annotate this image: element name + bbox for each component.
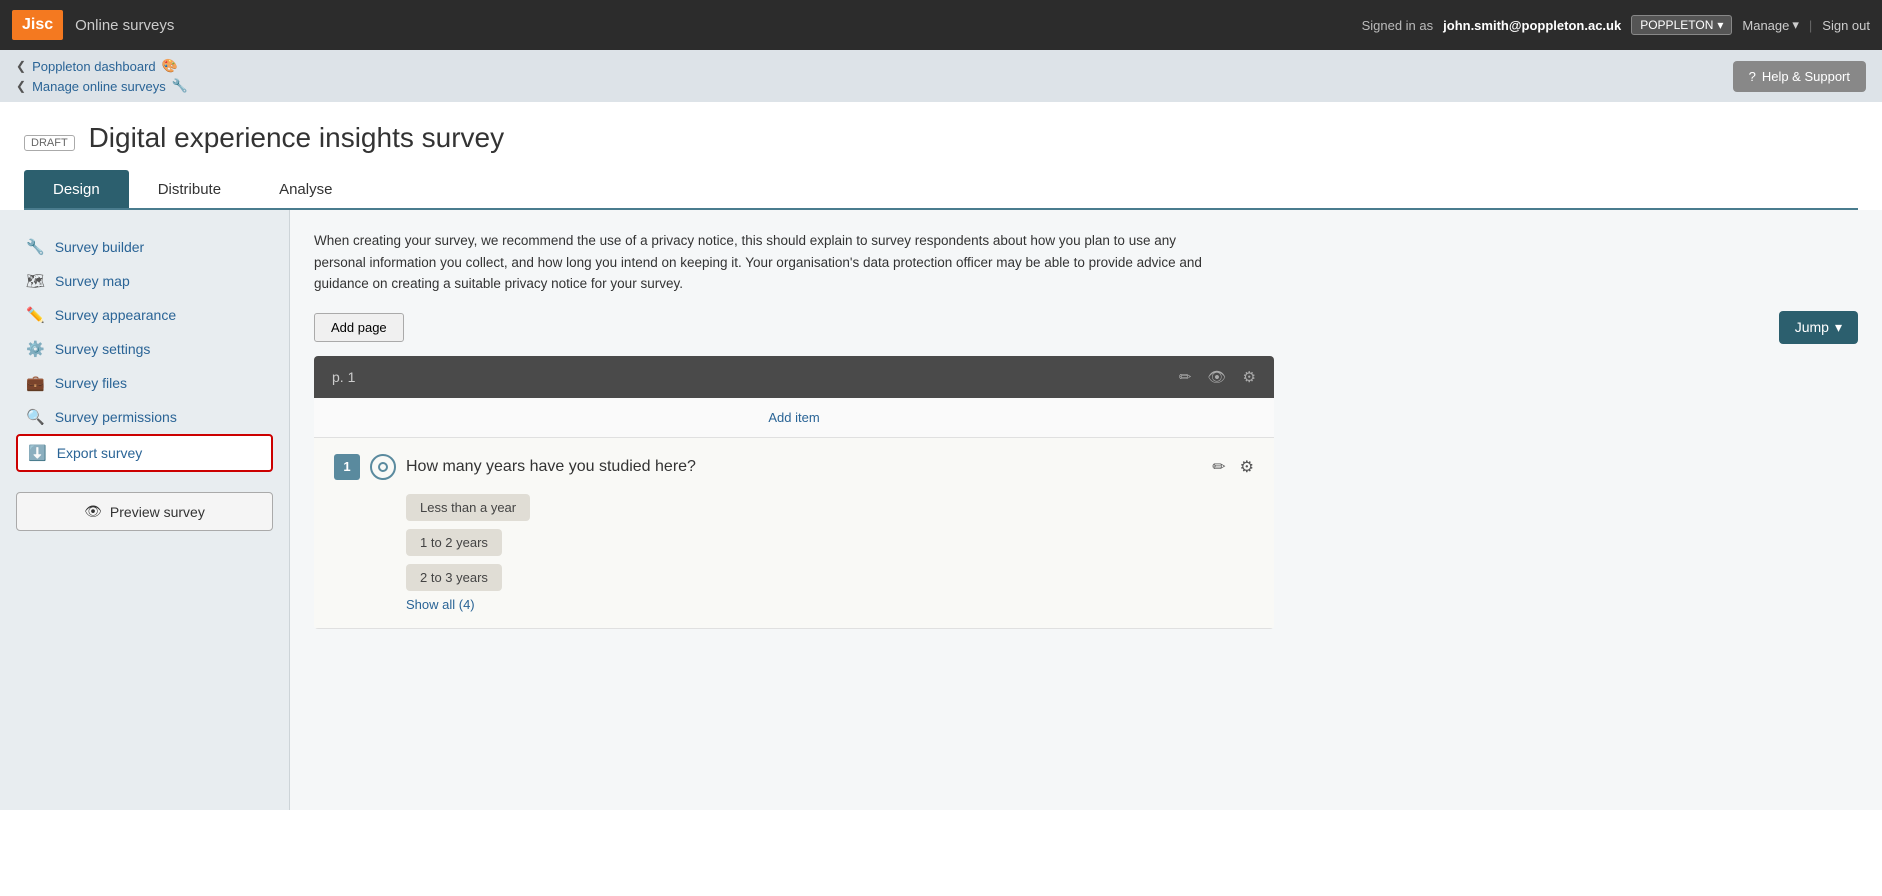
preview-label: Preview survey — [110, 504, 205, 520]
content-area: When creating your survey, we recommend … — [290, 210, 1882, 810]
breadcrumb-dashboard-label: Poppleton dashboard — [32, 59, 156, 74]
separator: | — [1809, 18, 1812, 33]
sidebar-item-files[interactable]: 💼 Survey files — [16, 366, 273, 400]
answer-options: Less than a year 1 to 2 years 2 to 3 yea… — [334, 494, 1254, 591]
answer-option-2: 1 to 2 years — [406, 529, 502, 556]
sidebar-item-export[interactable]: ⬇️ Export survey — [16, 434, 273, 472]
breadcrumb-arrow-1: ❮ — [16, 59, 26, 73]
sidebar-files-label: Survey files — [55, 375, 127, 391]
appearance-icon: ✏️ — [26, 306, 45, 324]
question-header: 1 How many years have you studied here? … — [334, 454, 1254, 480]
page-title-area: DRAFT Digital experience insights survey… — [0, 102, 1882, 210]
page-block-header: p. 1 ✏ 👁 ⚙ — [314, 356, 1274, 398]
app-title: Online surveys — [75, 17, 174, 34]
question-gear-icon[interactable]: ⚙ — [1240, 457, 1254, 477]
manage-icon: 🔧 — [172, 78, 188, 94]
breadcrumb-dashboard[interactable]: ❮ Poppleton dashboard 🎨 — [16, 58, 188, 74]
signout-button[interactable]: Sign out — [1822, 18, 1870, 33]
tabs-bar: Design Distribute Analyse — [24, 170, 1858, 210]
content-toolbar: Add page Jump ▾ — [314, 311, 1858, 344]
jisc-logo: Jisc — [12, 10, 63, 40]
tab-distribute[interactable]: Distribute — [129, 170, 250, 208]
main-layout: 🔧 Survey builder 🗺 Survey map ✏️ Survey … — [0, 210, 1882, 810]
wrench-icon: 🔧 — [26, 238, 45, 256]
sidebar-item-appearance[interactable]: ✏️ Survey appearance — [16, 298, 273, 332]
answer-option-3: 2 to 3 years — [406, 564, 502, 591]
jump-dropdown-icon: ▾ — [1835, 319, 1842, 336]
sidebar-item-permissions[interactable]: 🔍 Survey permissions — [16, 400, 273, 434]
sidebar: 🔧 Survey builder 🗺 Survey map ✏️ Survey … — [0, 210, 290, 810]
help-icon: ? — [1749, 69, 1756, 84]
sidebar-item-settings[interactable]: ⚙️ Survey settings — [16, 332, 273, 366]
tab-design[interactable]: Design — [24, 170, 129, 208]
page-edit-icon[interactable]: ✏ — [1179, 368, 1192, 386]
sidebar-export-label: Export survey — [57, 445, 143, 461]
radio-inner — [378, 462, 388, 472]
org-name: POPPLETON — [1640, 18, 1713, 32]
question-number-badge: 1 — [334, 454, 360, 480]
breadcrumb-manage-label: Manage online surveys — [32, 79, 166, 94]
manage-dropdown-icon: ▾ — [1792, 17, 1799, 33]
permissions-icon: 🔍 — [26, 408, 45, 426]
sidebar-item-map[interactable]: 🗺 Survey map — [16, 264, 273, 298]
help-label: Help & Support — [1762, 69, 1850, 84]
manage-label: Manage — [1742, 18, 1789, 33]
org-dropdown-icon: ▾ — [1717, 18, 1723, 32]
page-header-icons: ✏ 👁 ⚙ — [1179, 368, 1256, 386]
draft-badge: DRAFT — [24, 135, 75, 151]
answer-option-1: Less than a year — [406, 494, 530, 521]
sidebar-builder-label: Survey builder — [55, 239, 145, 255]
breadcrumb-manage[interactable]: ❮ Manage online surveys 🔧 — [16, 78, 188, 94]
add-page-button[interactable]: Add page — [314, 313, 404, 342]
top-nav: Jisc Online surveys Signed in as john.sm… — [0, 0, 1882, 50]
breadcrumb-bar: ❮ Poppleton dashboard 🎨 ❮ Manage online … — [0, 50, 1882, 102]
breadcrumbs: ❮ Poppleton dashboard 🎨 ❮ Manage online … — [16, 58, 188, 94]
survey-title: Digital experience insights survey — [89, 122, 505, 153]
org-badge[interactable]: POPPLETON ▾ — [1631, 15, 1732, 35]
settings-gear-icon: ⚙️ — [26, 340, 45, 358]
sidebar-map-label: Survey map — [55, 273, 130, 289]
preview-eye-icon: 👁 — [84, 503, 102, 520]
question-text: How many years have you studied here? — [406, 458, 1202, 476]
dashboard-icon: 🎨 — [162, 58, 178, 74]
question-edit-icon[interactable]: ✏ — [1212, 457, 1225, 477]
sidebar-permissions-label: Survey permissions — [55, 409, 177, 425]
files-icon: 💼 — [26, 374, 45, 392]
page-number: p. 1 — [332, 369, 355, 385]
page-block: p. 1 ✏ 👁 ⚙ Add item 1 How many years hav… — [314, 356, 1274, 629]
map-icon: 🗺 — [26, 272, 45, 290]
sidebar-appearance-label: Survey appearance — [55, 307, 176, 323]
nav-left: Jisc Online surveys — [12, 10, 174, 40]
show-all-answers-button[interactable]: Show all (4) — [334, 597, 1254, 612]
question-type-radio-icon — [370, 454, 396, 480]
add-item-button[interactable]: Add item — [314, 398, 1274, 438]
sidebar-item-builder[interactable]: 🔧 Survey builder — [16, 230, 273, 264]
jump-label: Jump — [1795, 319, 1829, 335]
help-support-button[interactable]: ? Help & Support — [1733, 61, 1866, 92]
export-icon: ⬇️ — [28, 444, 47, 462]
privacy-notice-text: When creating your survey, we recommend … — [314, 230, 1214, 295]
user-email: john.smith@poppleton.ac.uk — [1443, 18, 1621, 33]
sidebar-settings-label: Survey settings — [55, 341, 151, 357]
breadcrumb-arrow-2: ❮ — [16, 79, 26, 93]
question-block: 1 How many years have you studied here? … — [314, 438, 1274, 629]
question-actions: ✏ ⚙ — [1212, 457, 1254, 477]
tab-analyse[interactable]: Analyse — [250, 170, 361, 208]
page-gear-icon[interactable]: ⚙ — [1243, 368, 1256, 386]
preview-survey-button[interactable]: 👁 Preview survey — [16, 492, 273, 531]
nav-right: Signed in as john.smith@poppleton.ac.uk … — [1362, 15, 1870, 35]
manage-button[interactable]: Manage ▾ — [1742, 17, 1799, 33]
jump-button[interactable]: Jump ▾ — [1779, 311, 1858, 344]
page-eye-icon[interactable]: 👁 — [1208, 368, 1227, 386]
signed-in-label: Signed in as — [1362, 18, 1434, 33]
